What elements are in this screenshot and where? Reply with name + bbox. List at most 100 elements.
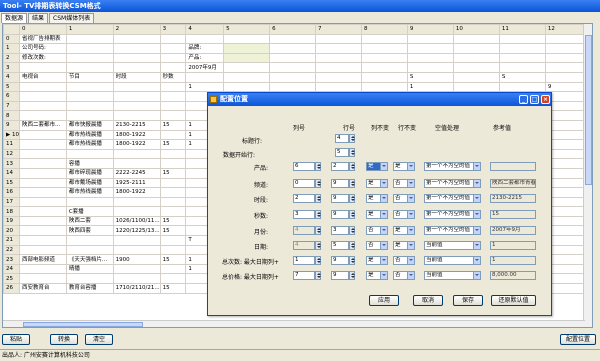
null-handling-select[interactable]: 当前值 (424, 271, 481, 280)
cell[interactable]: 2130-2215 (112, 119, 161, 131)
cell[interactable] (159, 62, 187, 73)
close-icon[interactable]: × (541, 95, 550, 104)
null-handling-select[interactable]: 当前值 (424, 241, 481, 250)
chevron-down-icon[interactable] (380, 195, 387, 202)
cell[interactable] (159, 187, 187, 198)
row-header[interactable]: 22 (3, 244, 20, 256)
chevron-down-icon[interactable] (380, 257, 387, 264)
cell[interactable] (452, 43, 500, 54)
row-input[interactable]: 9 (331, 194, 349, 203)
cell[interactable]: 2222-2245 (112, 167, 161, 179)
cell[interactable]: 1 (185, 81, 225, 93)
cell[interactable] (65, 244, 114, 256)
cell[interactable] (112, 196, 161, 208)
tab-0[interactable]: 数据源 (1, 13, 28, 23)
chevron-down-icon[interactable] (473, 211, 480, 218)
row-header[interactable]: 19 (3, 215, 20, 227)
cell[interactable]: 1800-1922 (112, 129, 161, 141)
cell[interactable] (112, 158, 161, 169)
cell[interactable]: 晴播 (65, 263, 114, 275)
cell[interactable] (406, 43, 454, 54)
apply-button[interactable]: 应用 (369, 295, 399, 306)
cell[interactable] (112, 43, 161, 54)
cell[interactable] (112, 62, 161, 73)
row-header[interactable]: 16 (3, 187, 20, 198)
cell[interactable] (223, 71, 271, 83)
cell[interactable] (18, 225, 67, 237)
cell[interactable] (18, 158, 67, 169)
cell[interactable] (18, 263, 67, 275)
chevron-down-icon[interactable] (407, 257, 414, 264)
col-fixed-select[interactable]: 是 (366, 194, 388, 203)
column-header[interactable]: 2 (112, 24, 161, 35)
restore-defaults-button[interactable]: 还原默认值 (491, 295, 536, 306)
row-header[interactable]: 14 (3, 167, 20, 179)
cell[interactable] (498, 62, 546, 73)
cell[interactable]: 15 (159, 283, 187, 294)
cell[interactable] (65, 91, 114, 102)
chevron-down-icon[interactable] (407, 195, 414, 202)
cell[interactable] (315, 33, 362, 45)
cell[interactable] (452, 71, 500, 83)
cell[interactable] (498, 81, 546, 93)
cancel-button[interactable]: 取消 (413, 295, 443, 306)
row-fixed-select[interactable]: 否 (393, 194, 415, 203)
tab-2[interactable]: CSM媒体列表 (49, 13, 95, 23)
cell[interactable] (18, 177, 67, 189)
row-header[interactable]: 20 (3, 225, 20, 237)
cell[interactable]: 品牌: (185, 43, 225, 54)
cell[interactable] (360, 71, 408, 83)
minimize-icon[interactable]: _ (519, 95, 528, 104)
cell[interactable] (269, 33, 317, 45)
cell[interactable] (452, 33, 500, 45)
cell[interactable] (159, 33, 187, 45)
cell[interactable] (159, 100, 187, 112)
col-fixed-select[interactable]: 否 (366, 226, 388, 235)
column-header[interactable]: 7 (315, 24, 362, 35)
cell[interactable]: 都市热线晨播 (65, 129, 114, 141)
row-input[interactable]: 9 (331, 256, 349, 265)
row-header[interactable]: 8 (3, 110, 20, 121)
cell[interactable]: 15 (159, 167, 187, 179)
cell[interactable] (18, 148, 67, 160)
cell[interactable] (159, 244, 187, 256)
cell[interactable] (112, 148, 161, 160)
cell[interactable] (360, 43, 408, 54)
row-header[interactable]: 5 (3, 81, 20, 93)
config-position-button[interactable]: 配置位置 (560, 334, 596, 345)
cell[interactable]: 15 (159, 215, 187, 227)
cell[interactable] (223, 81, 271, 93)
data-start-input[interactable]: 5 (335, 148, 349, 157)
cell[interactable]: 《天天强档片... (65, 254, 114, 265)
row-spinner[interactable] (349, 271, 355, 280)
cell[interactable] (269, 81, 317, 93)
row-spinner[interactable] (349, 241, 355, 250)
chevron-down-icon[interactable] (380, 211, 387, 218)
cell[interactable] (269, 71, 317, 83)
null-handling-select[interactable]: 第一个不为空的值 (424, 210, 481, 219)
cell[interactable] (315, 62, 362, 73)
column-header[interactable]: 9 (406, 24, 454, 35)
cell[interactable]: S (498, 71, 546, 83)
cell[interactable] (112, 263, 161, 275)
cell[interactable] (65, 196, 114, 208)
cell[interactable] (65, 62, 114, 73)
tab-1[interactable]: 结果 (28, 13, 49, 23)
cell[interactable] (360, 62, 408, 73)
cell[interactable] (18, 100, 67, 112)
cell[interactable]: C套播 (65, 206, 114, 217)
col-spinner[interactable] (315, 271, 321, 280)
col-spinner[interactable] (315, 179, 321, 188)
cell[interactable]: 陕西二套都市... (18, 119, 67, 131)
row-header[interactable]: 23 (3, 254, 20, 265)
row-header[interactable]: 9 (3, 119, 20, 131)
column-header[interactable]: 8 (360, 24, 408, 35)
col-input[interactable]: 2 (293, 194, 315, 203)
cell[interactable] (498, 43, 546, 54)
row-fixed-select[interactable]: 是 (393, 226, 415, 235)
row-fixed-select[interactable]: 是 (393, 241, 415, 250)
chevron-down-icon[interactable] (473, 242, 480, 249)
chevron-down-icon[interactable] (473, 195, 480, 202)
null-handling-select[interactable]: 第一个不为空的值 (424, 194, 481, 203)
col-spinner[interactable] (315, 256, 321, 265)
